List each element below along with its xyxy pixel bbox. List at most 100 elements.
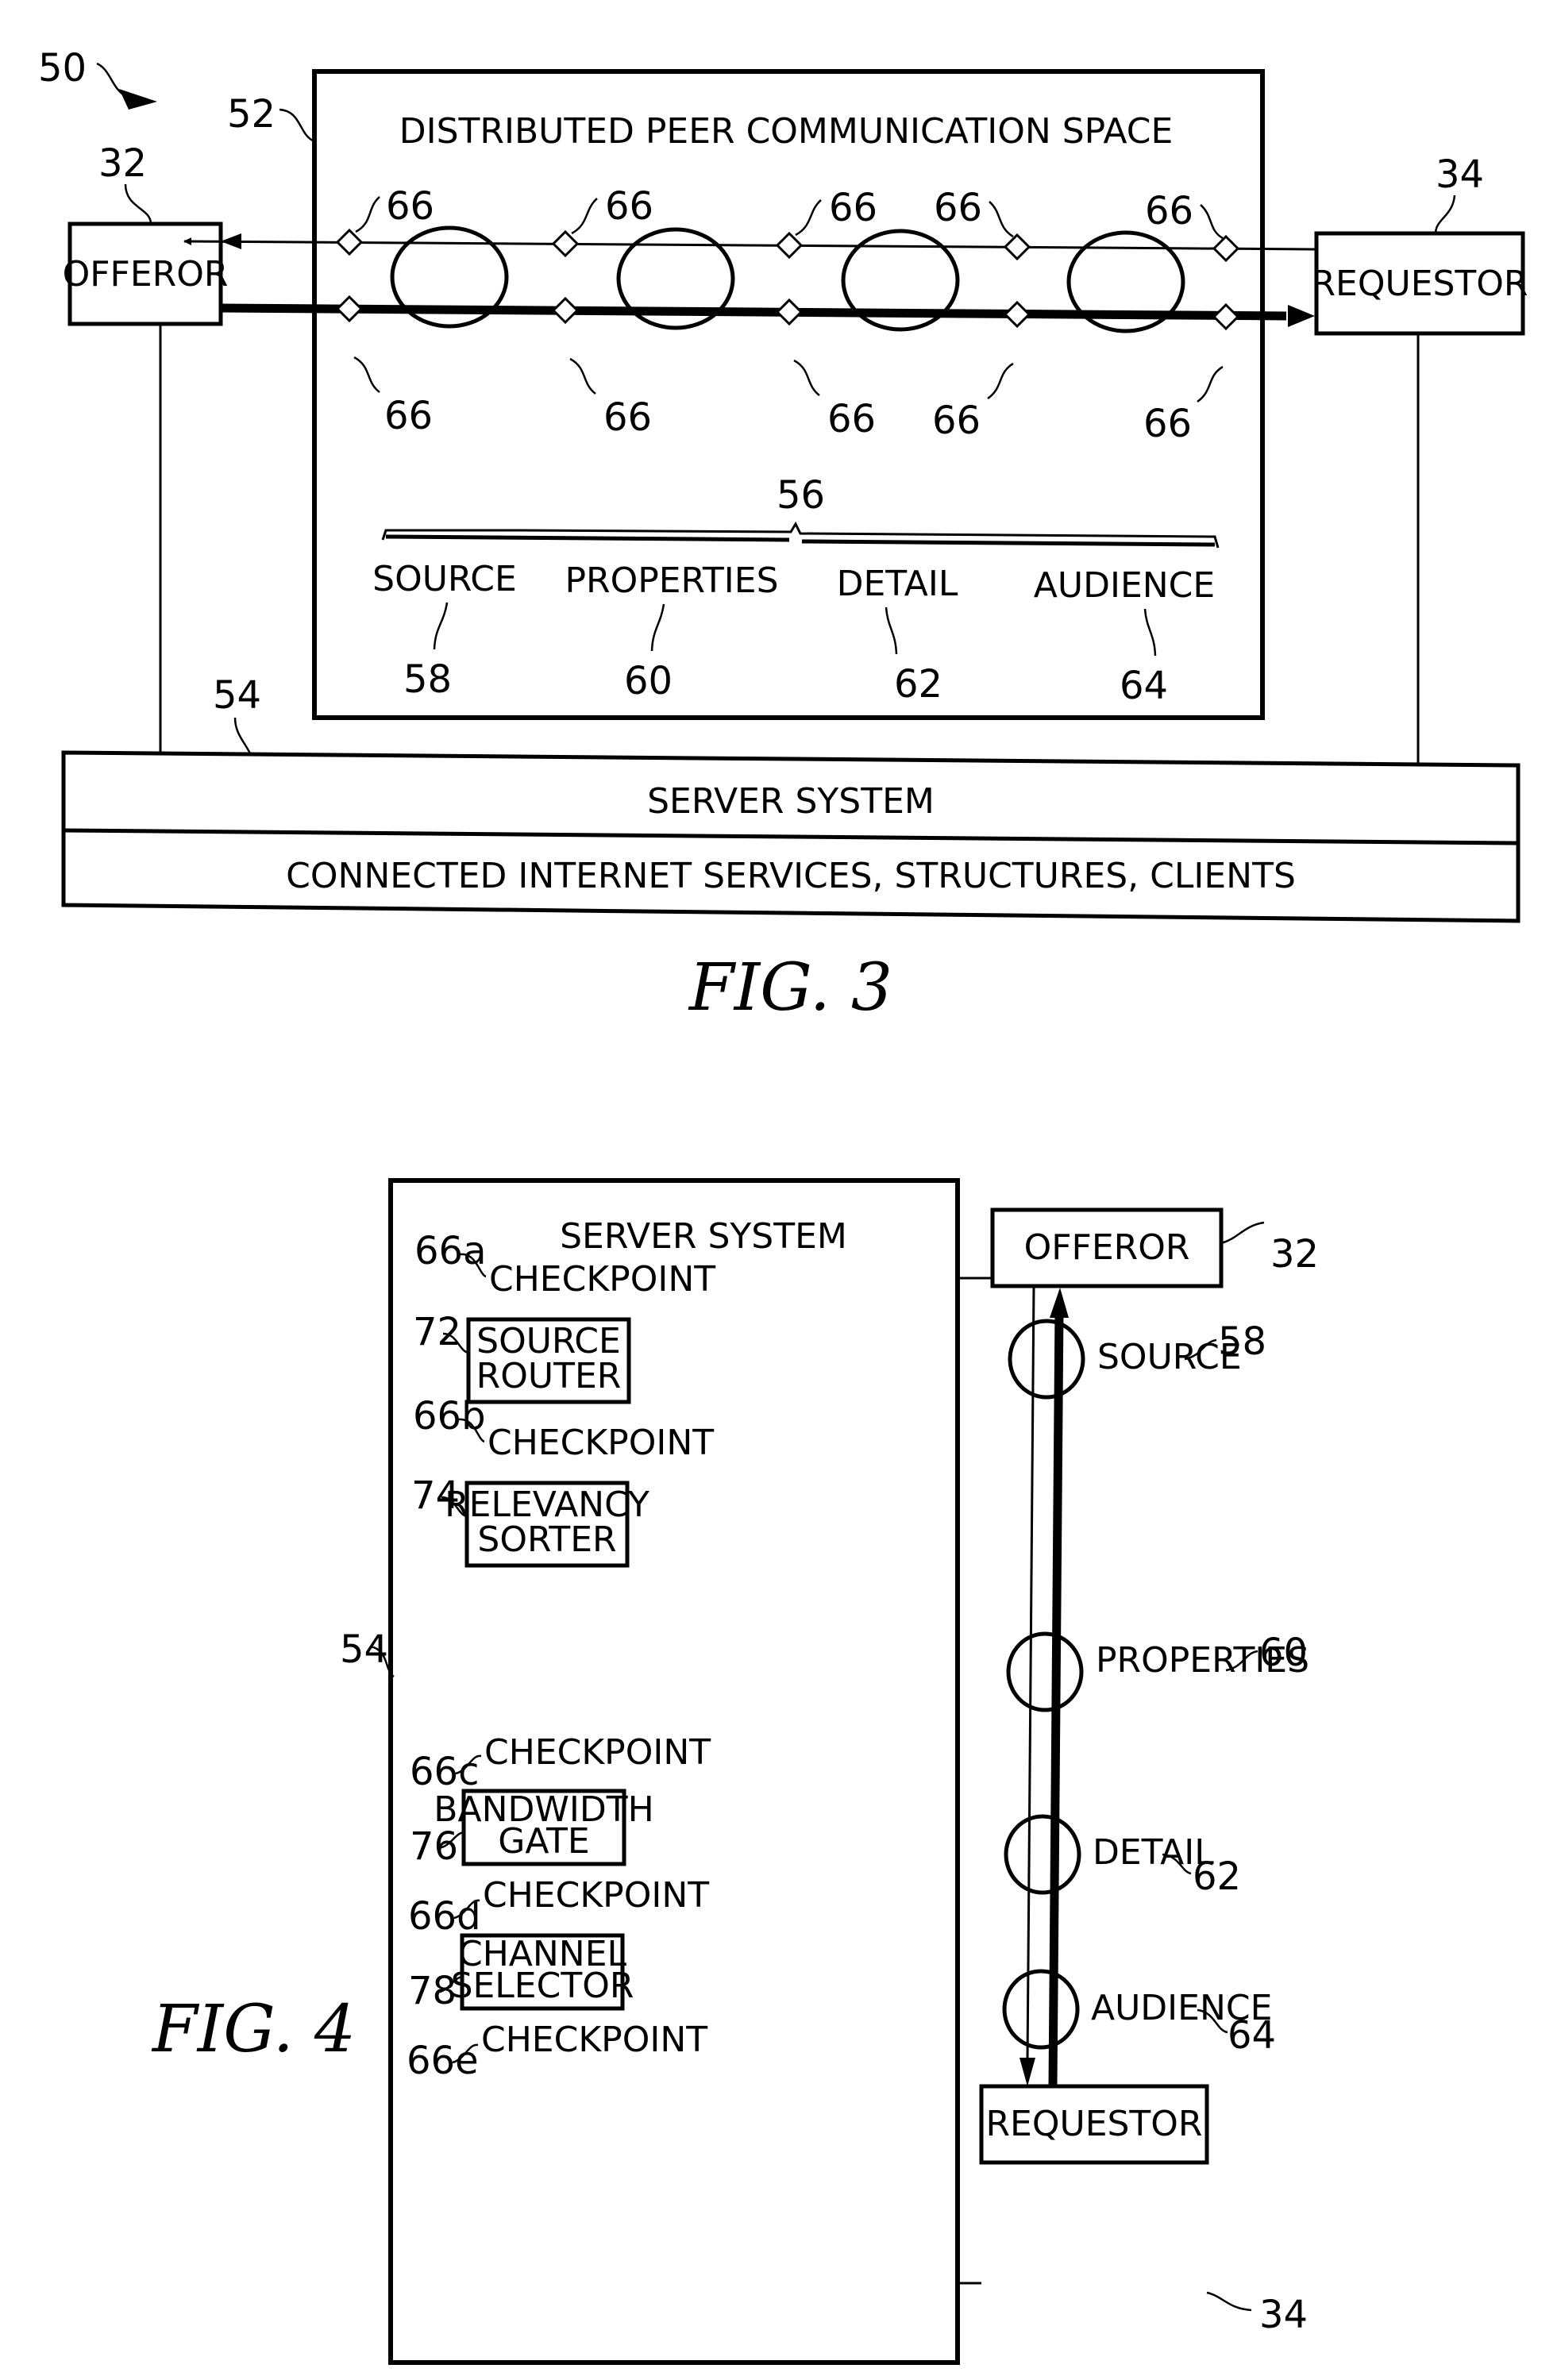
source-router-line2: ROUTER — [476, 1356, 622, 1396]
ref-62-leader — [885, 607, 898, 655]
ref-34: 34 — [1436, 152, 1484, 197]
ref-66-leader — [795, 199, 822, 237]
ref-66: 66 — [603, 395, 652, 440]
patent-drawing-sheet: 50 DISTRIBUTED PEER COMMUNICATION SPACE … — [38, 46, 1528, 2365]
attribute-circle — [1006, 1631, 1084, 1712]
offeror-label: OFFEROR — [63, 254, 229, 295]
checkpoint-label: CHECKPOINT — [481, 2020, 707, 2060]
checkpoint-diamond-icon — [775, 231, 804, 260]
ref-58: 58 — [1218, 1319, 1266, 1364]
ref-66-leader — [987, 362, 1014, 400]
attribute-circles — [1002, 1319, 1085, 2050]
figure-3-caption: FIG. 3 — [688, 950, 892, 1026]
request-flow-line — [220, 303, 1287, 321]
ref-66d: 66d — [408, 1894, 481, 1939]
ref-34-leader — [1206, 2291, 1252, 2312]
ref-66: 66 — [827, 397, 876, 441]
ref-54: 54 — [340, 1627, 388, 1672]
attribute-label-properties: PROPERTIES — [565, 560, 778, 601]
attribute-labels: SOURCE 58 PROPERTIES 60 DETAIL 62 AUDIEN… — [1091, 1319, 1309, 2058]
ref-54: 54 — [213, 673, 261, 718]
ref-32-leader — [1220, 1221, 1265, 1245]
checkpoint-label: CHECKPOINT — [489, 1259, 715, 1300]
figure-4-caption: FIG. 4 — [151, 1992, 356, 2067]
ref-66a: 66a — [414, 1229, 487, 1273]
ref-50-arrowhead-icon — [119, 89, 157, 110]
request-arrowhead-icon — [1288, 305, 1315, 327]
ref-32: 32 — [98, 141, 147, 186]
ref-66-leader — [989, 201, 1014, 238]
attribute-label-source: SOURCE — [372, 559, 517, 599]
bandwidth-gate-line2: GATE — [498, 1821, 589, 1862]
ref-52-leader — [279, 108, 315, 143]
checkpoint-diamond-icon — [551, 296, 580, 325]
ref-66: 66 — [829, 186, 877, 230]
request-arrowhead-icon — [1050, 1288, 1069, 1318]
distributed-peer-space-box — [312, 69, 1265, 720]
ref-66-leader — [569, 357, 596, 395]
ref-32-leader — [124, 183, 152, 225]
ref-60: 60 — [624, 659, 673, 703]
ref-52: 52 — [227, 92, 276, 137]
ref-66-leader — [793, 359, 820, 396]
ref-66e: 66e — [407, 2039, 479, 2083]
attributes-brace-inner — [385, 534, 1216, 547]
checkpoint-label: CHECKPOINT — [483, 1875, 709, 1916]
ref-60: 60 — [1259, 1631, 1308, 1675]
ref-60-leader — [650, 603, 665, 652]
attribute-label-detail: DETAIL — [837, 564, 958, 604]
request-flow-line — [1048, 1309, 1064, 2087]
ref-66-leader — [353, 356, 380, 393]
ref-74: 74 — [411, 1473, 460, 1518]
requestor-label: REQUESTOR — [1311, 264, 1528, 304]
return-arrowhead-icon — [221, 233, 241, 249]
ref-56: 56 — [777, 473, 825, 518]
ref-66: 66 — [1145, 189, 1193, 233]
ref-34-leader — [1434, 194, 1456, 234]
requestor-label: REQUESTOR — [985, 2104, 1202, 2144]
ref-72: 72 — [413, 1310, 461, 1354]
attribute-label-audience: AUDIENCE — [1034, 565, 1215, 606]
checkpoint-diamond-icon — [1212, 234, 1240, 263]
server-system-title: SERVER SYSTEM — [560, 1216, 847, 1257]
ref-64: 64 — [1120, 664, 1168, 708]
ref-66: 66 — [386, 184, 434, 229]
checkpoint-label: CHECKPOINT — [488, 1423, 714, 1463]
ref-66-leader — [1200, 204, 1224, 240]
checkpoint-label: CHECKPOINT — [484, 1732, 711, 1773]
space-title: DISTRIBUTED PEER COMMUNICATION SPACE — [399, 111, 1174, 152]
ref-66-leader — [1197, 365, 1224, 403]
attribute-circle — [1002, 1969, 1080, 2050]
ref-64: 64 — [1228, 2013, 1276, 2058]
checkpoint-diamond-icon — [335, 295, 364, 323]
ref-58: 58 — [403, 657, 452, 702]
checkpoint-refs-top: 66 66 66 66 66 — [355, 184, 1224, 240]
channel-selector-line2: SELECTOR — [451, 1966, 634, 2006]
ref-66: 66 — [384, 394, 433, 438]
ref-62: 62 — [894, 662, 942, 707]
ref-50: 50 — [38, 46, 87, 91]
ref-66c: 66c — [410, 1750, 479, 1794]
offeror-label: OFFEROR — [1024, 1227, 1190, 1268]
response-arrowhead-icon — [1019, 2058, 1035, 2086]
ref-76: 76 — [410, 1824, 458, 1869]
attribute-labels: SOURCE PROPERTIES DETAIL AUDIENCE 58 60 … — [372, 559, 1215, 708]
server-system-label: SERVER SYSTEM — [647, 781, 935, 822]
figure-4: FIG. 4 SERVER SYSTEM 54 66a CHECKPOINT 6… — [151, 1178, 1319, 2365]
checkpoint-diamond-icon — [1212, 302, 1240, 331]
checkpoint-diamond-icon — [1003, 233, 1031, 261]
ref-62: 62 — [1193, 1854, 1241, 1899]
ref-66-leader — [355, 196, 380, 233]
figure-3: 50 DISTRIBUTED PEER COMMUNICATION SPACE … — [38, 46, 1528, 1026]
ref-34: 34 — [1259, 2293, 1308, 2337]
ref-58-leader — [433, 602, 449, 650]
ref-64-leader — [1143, 608, 1157, 657]
checkpoint-refs-bottom: 66 66 66 66 66 — [353, 356, 1224, 446]
response-flow-line — [1026, 1285, 1035, 2062]
attribute-circle — [1004, 1814, 1081, 1895]
attribute-circle — [1008, 1319, 1085, 1400]
ref-78: 78 — [408, 1969, 457, 2013]
ref-66: 66 — [1143, 402, 1192, 446]
ref-32: 32 — [1270, 1232, 1319, 1277]
checkpoint-diamond-icon — [551, 229, 580, 258]
